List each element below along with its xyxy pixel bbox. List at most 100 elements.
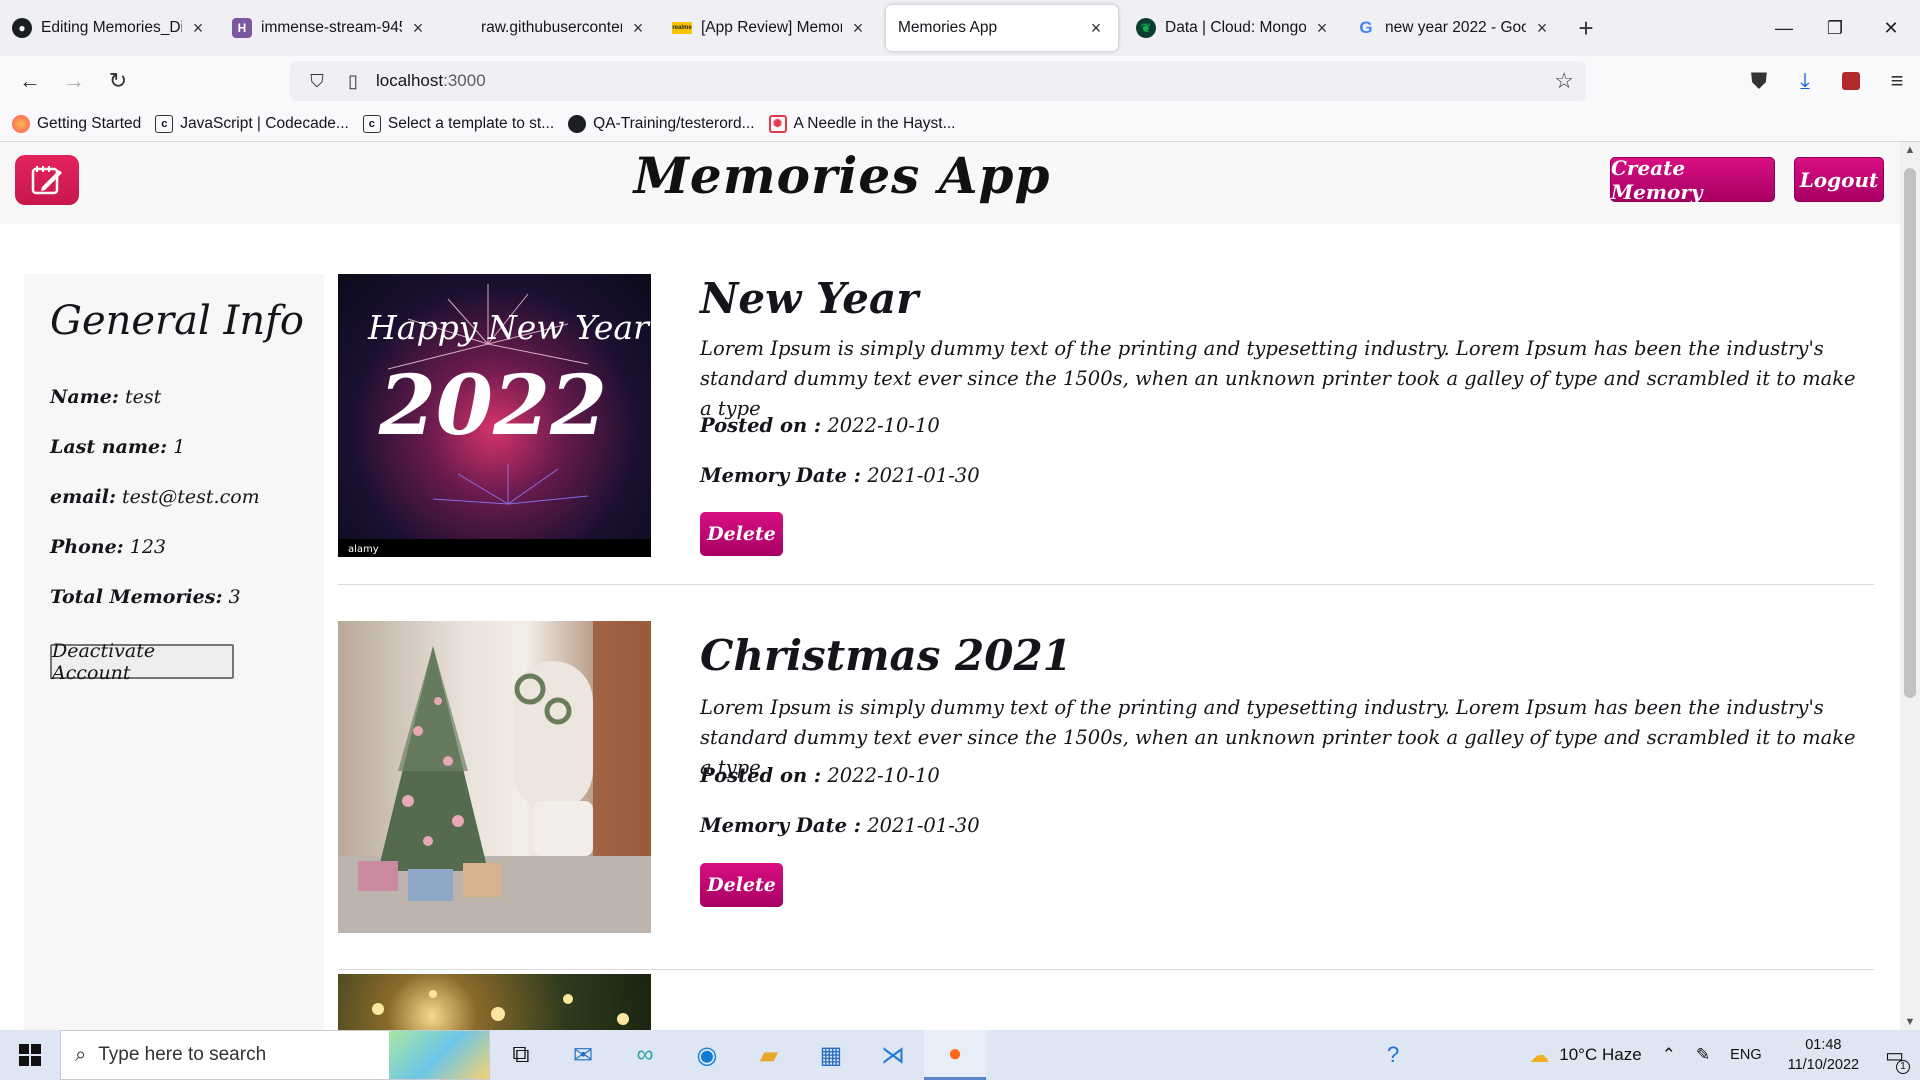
edge-icon[interactable]: ◉ xyxy=(676,1030,738,1080)
bookmark-label: JavaScript | Codecade... xyxy=(180,114,349,132)
pocket-icon[interactable]: ⛊ xyxy=(1736,61,1782,101)
delete-button[interactable]: Delete xyxy=(700,512,783,556)
delete-button[interactable]: Delete xyxy=(700,863,783,907)
minimize-button[interactable]: — xyxy=(1755,0,1813,56)
bookmark-codecademy-js[interactable]: c JavaScript | Codecade... xyxy=(155,114,349,133)
weather-text: 10°C Haze xyxy=(1559,1045,1642,1064)
windows-start-button[interactable] xyxy=(0,1030,60,1080)
needle-icon: ✺ xyxy=(768,114,787,133)
clock[interactable]: 01:48 11/10/2022 xyxy=(1772,1035,1876,1075)
reload-button[interactable]: ↻ xyxy=(96,61,140,101)
url-host: localhost xyxy=(376,71,444,90)
tab-heroku[interactable]: H immense-stream-94585 × xyxy=(220,5,440,51)
help-icon[interactable]: ? xyxy=(1377,1042,1409,1068)
tab-github[interactable]: ● Editing Memories_Diary_ × xyxy=(0,5,220,51)
tab-title: new year 2022 - Google xyxy=(1385,19,1526,36)
bookmark-codecademy-template[interactable]: c Select a template to st... xyxy=(362,114,554,133)
tab-title: Editing Memories_Diary_ xyxy=(41,19,182,36)
close-icon[interactable]: × xyxy=(408,18,428,39)
language-indicator[interactable]: ENG xyxy=(1720,1047,1771,1063)
restore-button[interactable]: ❐ xyxy=(1806,0,1864,56)
heroku-icon: H xyxy=(232,18,252,38)
bookmark-label: A Needle in the Hayst... xyxy=(793,114,956,132)
bookmark-qa-training[interactable]: QA-Training/testerord... xyxy=(568,114,755,133)
close-window-button[interactable]: ✕ xyxy=(1862,0,1920,56)
weather-haze-icon: ☁ xyxy=(1529,1044,1550,1067)
shield-icon[interactable]: ⛉ xyxy=(304,71,330,92)
memory-description: Lorem Ipsum is simply dummy text of the … xyxy=(700,337,1856,420)
menu-icon[interactable]: ≡ xyxy=(1874,61,1920,101)
info-label: Last name: xyxy=(50,436,168,458)
new-tab-button[interactable]: + xyxy=(1564,13,1608,44)
mongodb-icon: ❦ xyxy=(1136,18,1156,38)
close-icon[interactable]: × xyxy=(848,18,868,39)
firefox-icon xyxy=(12,114,30,133)
deactivate-account-button[interactable]: Deactivate Account xyxy=(50,640,234,684)
scroll-down-arrow-icon[interactable]: ▼ xyxy=(1900,1016,1920,1028)
tab-memories-app[interactable]: Memories App × xyxy=(886,5,1118,51)
microsoft-store-icon[interactable]: ▦ xyxy=(800,1030,862,1080)
tab-title: [App Review] Memorize xyxy=(701,19,842,36)
bookmarks-toolbar: Getting Started c JavaScript | Codecade.… xyxy=(0,106,1920,142)
google-icon: G xyxy=(1359,18,1373,37)
extension-icon[interactable] xyxy=(1828,61,1874,101)
taskbar-search-box[interactable]: ⌕ Type here to search xyxy=(60,1030,490,1080)
close-icon[interactable]: × xyxy=(1532,18,1552,39)
system-tray: ? ☁ 10°C Haze ⌃ ✎ ENG 01:48 11/10/2022 ▭… xyxy=(1377,1030,1920,1080)
infinity-app-icon[interactable]: ∞ xyxy=(614,1030,676,1080)
url-port: :3000 xyxy=(443,71,486,90)
general-info-panel: General Info Name: test Last name: 1 ema… xyxy=(24,274,324,1030)
tab-title: raw.githubusercontent.com/ xyxy=(481,19,622,36)
general-info-heading: General Info xyxy=(50,298,304,344)
image-year-text: 2022 xyxy=(378,358,607,454)
weather-widget[interactable]: ☁ 10°C Haze xyxy=(1519,1043,1651,1068)
mail-icon[interactable]: ✉ xyxy=(552,1030,614,1080)
app-title: Memories App xyxy=(633,146,1051,205)
vscode-icon[interactable]: ⋊ xyxy=(862,1030,924,1080)
info-total-memories: Total Memories: 3 xyxy=(50,586,241,608)
create-memory-button[interactable]: Create Memory xyxy=(1610,156,1775,204)
info-label: Phone: xyxy=(50,536,124,558)
bookmark-star-icon[interactable]: ☆ xyxy=(1554,68,1574,94)
close-icon[interactable]: × xyxy=(628,18,648,39)
tab-title: Memories App xyxy=(898,19,998,36)
bookmark-getting-started[interactable]: Getting Started xyxy=(12,114,141,133)
bookmark-needle-haystack[interactable]: ✺ A Needle in the Hayst... xyxy=(768,114,956,133)
windows-taskbar: ⌕ Type here to search ⧉ ✉ ∞ ◉ ▰ ▦ ⋊ ● ? … xyxy=(0,1030,1920,1080)
back-button[interactable]: ← xyxy=(8,61,52,101)
scrollbar-thumb[interactable] xyxy=(1904,168,1916,698)
pen-icon[interactable]: ✎ xyxy=(1686,1045,1720,1065)
logout-button[interactable]: Logout xyxy=(1794,157,1884,202)
memory-title: Christmas 2021 xyxy=(700,631,1072,680)
close-icon[interactable]: × xyxy=(1312,18,1332,39)
notifications-icon[interactable]: ▭ 1 xyxy=(1875,1043,1914,1074)
close-icon[interactable]: × xyxy=(1086,18,1106,39)
divider xyxy=(338,969,1874,970)
close-icon[interactable]: × xyxy=(188,18,208,39)
app-header: Memories App Create Memory Logout xyxy=(0,142,1900,224)
tab-strip: ● Editing Memories_Diary_ × H immense-st… xyxy=(0,0,1920,56)
meta-label: Memory Date : xyxy=(700,464,861,487)
downloads-icon[interactable]: ⤓ xyxy=(1782,61,1828,101)
scroll-up-arrow-icon[interactable]: ▲ xyxy=(1900,144,1920,156)
file-explorer-icon[interactable]: ▰ xyxy=(738,1030,800,1080)
chevron-up-icon[interactable]: ⌃ xyxy=(1652,1045,1686,1065)
address-bar[interactable]: ⛉ ▯ localhost:3000 ☆ xyxy=(290,61,1586,101)
meta-label: Posted on : xyxy=(700,414,822,437)
codecademy-icon: c xyxy=(362,114,381,133)
info-label: email: xyxy=(50,486,116,508)
tab-google[interactable]: G new year 2022 - Google × xyxy=(1344,5,1564,51)
memory-posted-on: Posted on : 2022-10-10 xyxy=(700,414,940,437)
info-email: email: test@test.com xyxy=(50,486,260,508)
tab-raw-github[interactable]: raw.githubusercontent.com/ × xyxy=(440,5,660,51)
meta-value: 2022-10-10 xyxy=(827,414,940,437)
task-view-icon[interactable]: ⧉ xyxy=(490,1030,552,1080)
clock-date: 11/10/2022 xyxy=(1787,1057,1860,1073)
blank-page-icon xyxy=(452,18,472,38)
tab-app-review[interactable]: realme [App Review] Memorize × xyxy=(660,5,880,51)
firefox-icon[interactable]: ● xyxy=(924,1030,986,1080)
image-watermark: alamy xyxy=(348,544,379,555)
page-scrollbar[interactable]: ▲ ▼ xyxy=(1900,142,1920,1030)
tab-mongodb[interactable]: ❦ Data | Cloud: MongoDB × xyxy=(1124,5,1344,51)
forward-button[interactable]: → xyxy=(52,61,96,101)
